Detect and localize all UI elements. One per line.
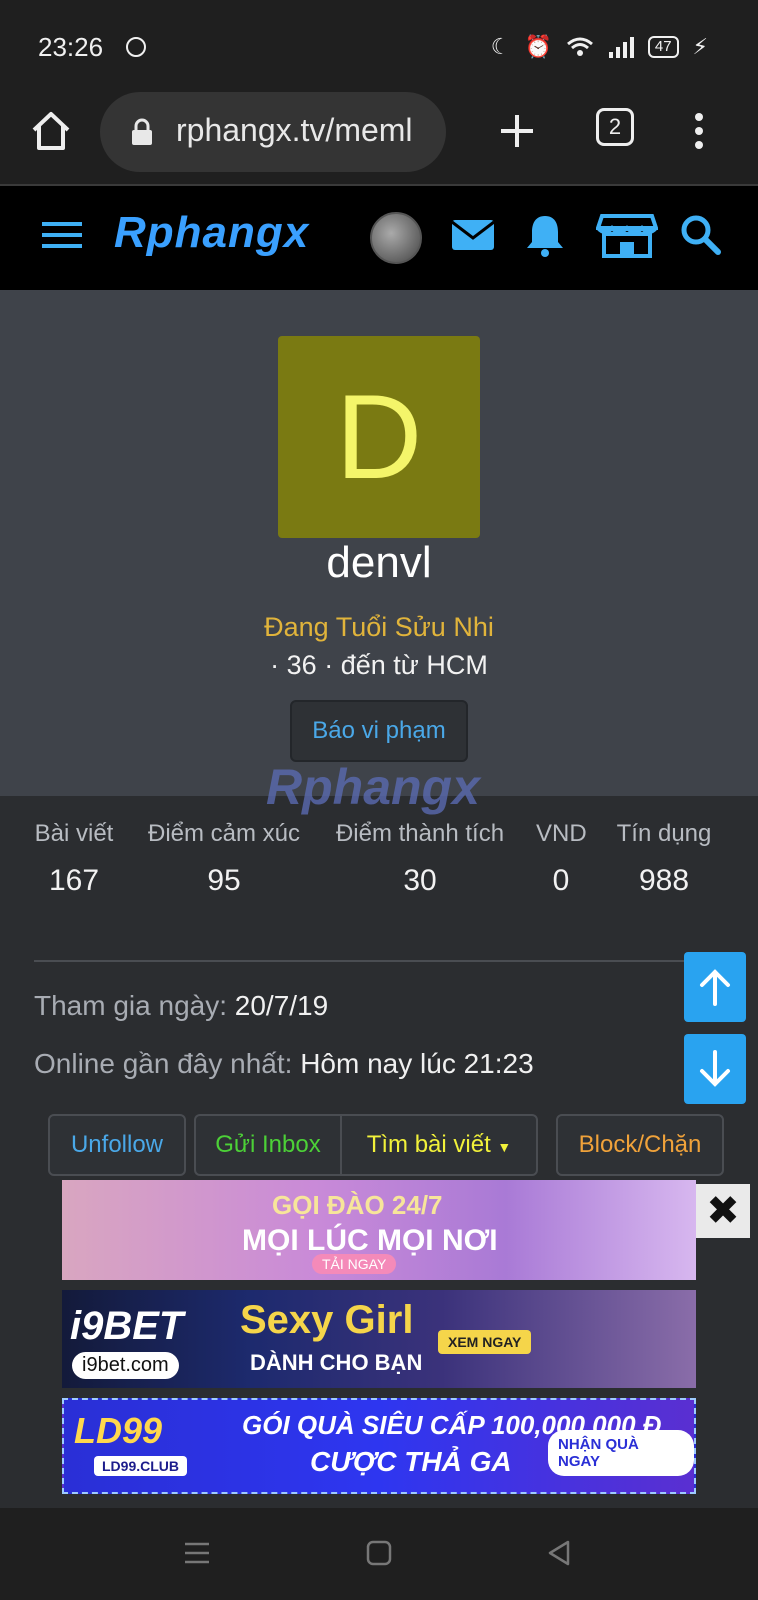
last-online-value: Hôm nay lúc 21:23 (300, 1048, 534, 1079)
scroll-down-button[interactable] (684, 1034, 746, 1104)
stat-value: 988 (638, 864, 690, 897)
home-icon[interactable] (26, 106, 76, 156)
stat-reactions[interactable]: Điểm cảm xúc 95 (146, 820, 302, 898)
stat-label: Điểm cảm xúc (147, 820, 301, 847)
new-tab-icon[interactable] (492, 106, 542, 156)
ad2-brand: i9BET (70, 1304, 184, 1348)
ad-banner-1[interactable]: GỌI ĐÀO 24/7 MỌI LÚC MỌI NƠI TẢI NGAY (62, 1180, 696, 1280)
stat-label: VND (536, 820, 587, 847)
battery-icon: 47 (647, 36, 679, 58)
system-nav-bar (0, 1508, 758, 1600)
back-icon[interactable] (544, 1538, 574, 1568)
alarm-icon: ⏰ (524, 34, 552, 59)
last-online-row: Online gần đây nhất: Hôm nay lúc 21:23 (34, 1048, 534, 1080)
divider (34, 960, 724, 962)
send-inbox-button[interactable]: Gửi Inbox (194, 1114, 340, 1176)
stat-value: 95 (207, 864, 241, 897)
profile-header: D denvl Đang Tuổi Sửu Nhi · 36 · đến từ … (0, 290, 758, 796)
arrow-down-icon (700, 1050, 730, 1087)
last-online-label: Online gần đây nhất: (34, 1048, 293, 1079)
ad2-headline: Sexy Girl (240, 1298, 414, 1342)
status-bar: 23:26 ☾ ⏰ 47 ⚡ (0, 0, 758, 92)
profile-avatar: D (278, 336, 480, 538)
user-meta: · 36 · đến từ HCM (270, 650, 488, 680)
ad3-cta[interactable]: NHẬN QUÀ NGAY (548, 1430, 694, 1476)
ad3-subline: CƯỢC THẢ GA (310, 1446, 512, 1477)
stat-achievements[interactable]: Điểm thành tích 30 (334, 820, 506, 898)
watermark-logo: Rphangx (266, 759, 480, 815)
ad1-line1: GỌI ĐÀO 24/7 (272, 1190, 443, 1220)
joined-row: Tham gia ngày: 20/7/19 (34, 990, 328, 1022)
stat-label: Tín dụng (616, 820, 712, 847)
stat-value: 167 (48, 864, 100, 897)
stat-label: Bài viết (34, 820, 114, 847)
find-posts-dropdown[interactable]: Tìm bài viết ▼ (340, 1114, 538, 1176)
mail-icon[interactable] (448, 210, 498, 260)
stat-label: Điểm thành tích (335, 820, 505, 847)
stat-posts[interactable]: Bài viết 167 (34, 820, 114, 898)
caret-down-icon: ▼ (497, 1139, 512, 1155)
site-logo[interactable]: Rphangx (114, 208, 309, 258)
stat-credit: Tín dụng 988 (616, 820, 712, 898)
stat-vnd: VND 0 (536, 820, 587, 898)
close-ad-button[interactable]: ✖ (696, 1184, 750, 1238)
ad2-cta[interactable]: XEM NGAY (438, 1330, 532, 1354)
notification-dot-icon (126, 37, 146, 57)
joined-value: 20/7/19 (234, 990, 329, 1021)
unfollow-button[interactable]: Unfollow (48, 1114, 186, 1176)
address-bar[interactable]: rphangx.tv/meml (100, 92, 446, 172)
wifi-icon (566, 37, 593, 56)
ad1-cta[interactable]: TẢI NGAY (312, 1254, 397, 1274)
ad2-domain: i9bet.com (72, 1352, 179, 1379)
browser-toolbar: rphangx.tv/meml 2 (0, 92, 758, 186)
more-menu-icon[interactable] (684, 106, 714, 156)
ad2-subline: DÀNH CHO BẠN (250, 1350, 423, 1375)
moon-icon: ☾ (490, 34, 511, 59)
home-nav-icon[interactable] (364, 1538, 394, 1568)
status-icons: ☾ ⏰ 47 ⚡ (491, 34, 708, 60)
recent-apps-icon[interactable] (182, 1538, 212, 1568)
block-button[interactable]: Block/Chặn (556, 1114, 724, 1176)
status-time: 23:26 (38, 32, 104, 62)
user-avatar[interactable] (370, 212, 422, 264)
profile-actions: Unfollow Gửi Inbox Tìm bài viết ▼ Block/… (48, 1114, 724, 1176)
ad-banner-3[interactable]: LD99 LD99.CLUB GÓI QUÀ SIÊU CẤP 100,000,… (62, 1398, 696, 1494)
menu-icon[interactable] (42, 220, 82, 250)
find-posts-label: Tìm bài viết (366, 1131, 491, 1158)
arrow-up-icon (700, 969, 730, 1006)
profile-username: denvl (326, 538, 432, 587)
report-button[interactable]: Báo vi phạm (290, 700, 468, 762)
tab-switcher-button[interactable]: 2 (596, 108, 634, 146)
ad3-brand: LD99 (74, 1410, 163, 1451)
user-title: Đang Tuổi Sửu Nhi (264, 612, 494, 642)
ad3-domain: LD99.CLUB (94, 1456, 188, 1476)
ad1-line2: MỌI LÚC MỌI NƠI (242, 1224, 498, 1257)
scroll-up-button[interactable] (684, 952, 746, 1022)
stat-value: 0 (552, 864, 570, 897)
charging-icon: ⚡ (692, 34, 708, 59)
url-text: rphangx.tv/meml (176, 112, 413, 148)
signal-icon (608, 37, 634, 58)
lock-icon (132, 118, 152, 145)
search-icon[interactable] (676, 210, 726, 260)
bell-icon[interactable] (520, 210, 570, 260)
site-header: Rphangx (0, 186, 758, 290)
store-icon[interactable] (596, 210, 658, 260)
ad-banner-2[interactable]: i9BET i9bet.com Sexy Girl DÀNH CHO BẠN X… (62, 1290, 696, 1388)
stat-value: 30 (403, 864, 437, 897)
joined-label: Tham gia ngày: (34, 990, 227, 1021)
